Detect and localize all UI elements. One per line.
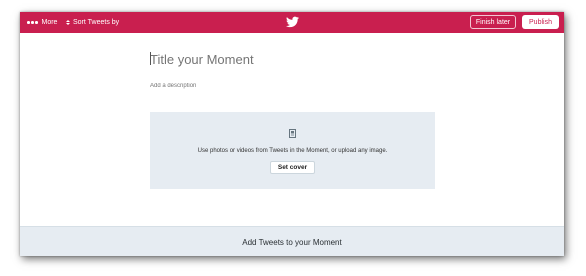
image-icon [289, 129, 296, 138]
moment-title-input[interactable] [150, 50, 434, 68]
more-button[interactable]: More [27, 16, 57, 29]
moment-editor-window: More Sort Tweets by Finish later Publish… [20, 12, 564, 256]
add-tweets-bar[interactable]: Add Tweets to your Moment [20, 226, 564, 256]
cover-media-area: Use photos or videos from Tweets in the … [150, 112, 435, 189]
publish-button[interactable]: Publish [522, 15, 559, 29]
finish-later-button[interactable]: Finish later [470, 15, 516, 29]
sort-tweets-button[interactable]: Sort Tweets by [66, 16, 119, 29]
twitter-bird-icon [286, 16, 299, 28]
add-tweets-label: Add Tweets to your Moment [242, 237, 342, 247]
more-dots-icon [27, 21, 38, 24]
set-cover-button[interactable]: Set cover [270, 161, 315, 174]
more-label: More [41, 19, 58, 26]
sort-label: Sort Tweets by [73, 19, 120, 26]
top-toolbar: More Sort Tweets by Finish later Publish [20, 12, 564, 33]
text-cursor [150, 52, 151, 65]
cover-instruction-text: Use photos or videos from Tweets in the … [197, 148, 388, 154]
moment-description-input[interactable] [150, 80, 434, 92]
sort-arrows-icon [66, 20, 70, 25]
